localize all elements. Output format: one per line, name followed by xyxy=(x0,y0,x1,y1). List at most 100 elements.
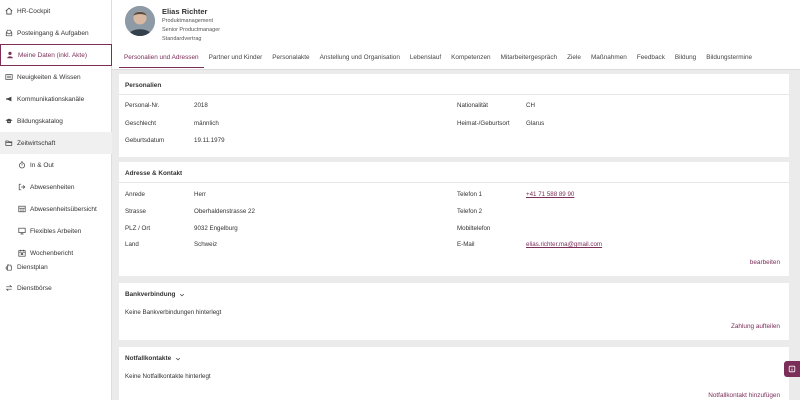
email-link[interactable]: elias.richter.ma@gmail.com xyxy=(526,241,602,248)
field-label: E-Mail xyxy=(457,241,475,248)
heimat-value: Glarus xyxy=(526,120,545,127)
tab-feedback[interactable]: Feedback xyxy=(632,52,670,68)
sidebar-item-label: Dienstplan xyxy=(17,263,48,271)
sidebar-item-posteingang[interactable]: Posteingang & Aufgaben xyxy=(0,22,112,44)
field-label: Telefon 1 xyxy=(457,191,483,198)
split-payment-button[interactable]: Zahlung aufteilen xyxy=(731,323,780,330)
profile-header: Elias Richter Produktmanagement Senior P… xyxy=(112,0,800,70)
field-label: Mobiltelefon xyxy=(457,225,491,232)
calendar-grid-icon xyxy=(18,205,26,213)
bank-card: Bankverbindung Keine Bankverbindungen hi… xyxy=(119,283,789,340)
profile-name: Elias Richter xyxy=(162,7,208,16)
sidebar-item-abwesenheiten[interactable]: Abwesenheiten xyxy=(0,176,112,198)
field-label: Geschlecht xyxy=(125,120,156,127)
notfall-section-toggle[interactable]: Notfallkontakte xyxy=(125,355,181,362)
tab-bildungstermine[interactable]: Bildungstermine xyxy=(701,52,757,68)
profile-position: Senior Productmanager xyxy=(162,27,221,33)
graduation-cap-icon xyxy=(5,117,13,125)
plz-value: 9032 Engelburg xyxy=(194,225,238,232)
monitor-icon xyxy=(18,227,26,235)
tab-personalien[interactable]: Personalien und Adressen xyxy=(119,52,204,68)
sidebar-item-abwesenheitsuebersicht[interactable]: Abwesenheitsübersicht xyxy=(0,198,112,220)
sidebar-item-meine-daten[interactable]: Meine Daten (inkl. Akte) xyxy=(0,44,112,66)
tab-kompetenzen[interactable]: Kompetenzen xyxy=(446,52,495,68)
tab-ziele[interactable]: Ziele xyxy=(562,52,586,68)
anrede-value: Herr xyxy=(194,191,207,198)
sidebar-item-label: Meine Daten (inkl. Akte) xyxy=(18,51,88,59)
sidebar-item-label: Kommunikationskanäle xyxy=(17,95,85,103)
personal-nr-value: 2018 xyxy=(194,102,208,109)
field-label: Land xyxy=(125,241,139,248)
empty-message: Keine Notfallkontakte hinterlegt xyxy=(125,373,211,380)
card-title: Adresse & Kontakt xyxy=(125,170,183,177)
chevron-down-icon xyxy=(179,292,185,298)
field-label: Personal-Nr. xyxy=(125,102,160,109)
person-icon xyxy=(6,51,14,59)
tab-anstellung[interactable]: Anstellung und Organisation xyxy=(315,52,405,68)
telefon-link[interactable]: +41 71 588 89 90 xyxy=(526,191,574,198)
sidebar-item-label: Flexibles Arbeiten xyxy=(30,227,82,235)
side-panel-toggle[interactable] xyxy=(784,361,800,377)
divider xyxy=(119,182,789,183)
sidebar-item-label: Zeitwirtschaft xyxy=(17,139,56,147)
swap-icon xyxy=(5,284,13,292)
info-icon xyxy=(788,365,796,373)
land-value: Schweiz xyxy=(194,241,218,248)
sidebar-item-neuigkeiten[interactable]: Neuigkeiten & Wissen xyxy=(0,66,112,88)
add-emergency-contact-button[interactable]: Notfallkontakt hinzufügen xyxy=(708,392,780,399)
field-label: Geburtsdatum xyxy=(125,137,165,144)
notfall-card: Notfallkontakte Keine Notfallkontakte hi… xyxy=(119,347,789,400)
sidebar-item-zeitwirtschaft[interactable]: Zeitwirtschaft xyxy=(0,132,112,154)
avatar xyxy=(125,6,155,36)
chevron-down-icon xyxy=(175,356,181,362)
bank-section-toggle[interactable]: Bankverbindung xyxy=(125,291,185,298)
sidebar-item-label: Abwesenheiten xyxy=(30,183,75,191)
sidebar-item-label: Neuigkeiten & Wissen xyxy=(17,73,81,81)
card-title: Bankverbindung xyxy=(125,291,176,298)
adresse-card: Adresse & Kontakt Anrede Herr Strasse Ob… xyxy=(119,162,789,276)
sidebar-item-bildungskatalog[interactable]: Bildungskatalog xyxy=(0,110,112,132)
empty-message: Keine Bankverbindungen hinterlegt xyxy=(125,309,222,316)
nationalitaet-value: CH xyxy=(526,102,535,109)
field-label: Strasse xyxy=(125,208,146,215)
geburtsdatum-value: 19.11.1979 xyxy=(194,137,225,144)
personalien-card: Personalien Personal-Nr. 2018 Geschlecht… xyxy=(119,74,789,157)
field-label: Nationalität xyxy=(457,102,488,109)
sidebar-item-kommunikation[interactable]: Kommunikationskanäle xyxy=(0,88,112,110)
tab-bildung[interactable]: Bildung xyxy=(670,52,701,68)
field-label: Heimat-/Geburtsort xyxy=(457,120,510,127)
field-label: Telefon 2 xyxy=(457,208,483,215)
tab-partner-kinder[interactable]: Partner und Kinder xyxy=(204,52,268,68)
sidebar-item-label: HR-Cockpit xyxy=(17,7,51,15)
tab-mitarbeitergespraech[interactable]: Mitarbeitergespräch xyxy=(496,52,562,68)
sidebar-item-dienstplan[interactable]: Dienstplan xyxy=(0,256,112,278)
edit-button[interactable]: bearbeiten xyxy=(750,259,780,266)
sidebar-item-label: Abwesenheitsübersicht xyxy=(30,205,97,213)
sidebar-item-in-out[interactable]: In & Out xyxy=(0,154,112,176)
field-label: PLZ / Ort xyxy=(125,225,151,232)
sidebar-item-hr-cockpit[interactable]: HR-Cockpit xyxy=(0,0,112,22)
divider xyxy=(119,94,789,95)
tab-massnahmen[interactable]: Maßnahmen xyxy=(586,52,632,68)
sidebar-item-flexibles-arbeiten[interactable]: Flexibles Arbeiten xyxy=(0,220,112,242)
profile-department: Produktmanagement xyxy=(162,18,214,24)
megaphone-icon xyxy=(5,95,13,103)
field-label: Anrede xyxy=(125,191,145,198)
sidebar-item-dienstboerse[interactable]: Dienstbörse xyxy=(0,277,112,299)
tab-personalakte[interactable]: Personalakte xyxy=(267,52,314,68)
sidebar: HR-Cockpit Posteingang & Aufgaben Meine … xyxy=(0,0,112,400)
sidebar-item-label: Posteingang & Aufgaben xyxy=(17,29,89,37)
strasse-value: Oberhaldenstrasse 22 xyxy=(194,208,255,215)
folder-open-icon xyxy=(5,139,13,147)
stopwatch-icon xyxy=(18,161,26,169)
card-title: Notfallkontakte xyxy=(125,355,172,362)
sidebar-item-label: Dienstbörse xyxy=(17,284,52,292)
tab-lebenslauf[interactable]: Lebenslauf xyxy=(405,52,446,68)
geschlecht-value: männlich xyxy=(194,120,219,127)
profile-contract: Standardvertrag xyxy=(162,36,202,42)
exit-icon xyxy=(18,183,26,191)
hand-icon xyxy=(5,263,13,271)
tab-bar: Personalien und Adressen Partner und Kin… xyxy=(119,52,757,68)
card-title: Personalien xyxy=(125,82,162,89)
news-icon xyxy=(5,73,13,81)
